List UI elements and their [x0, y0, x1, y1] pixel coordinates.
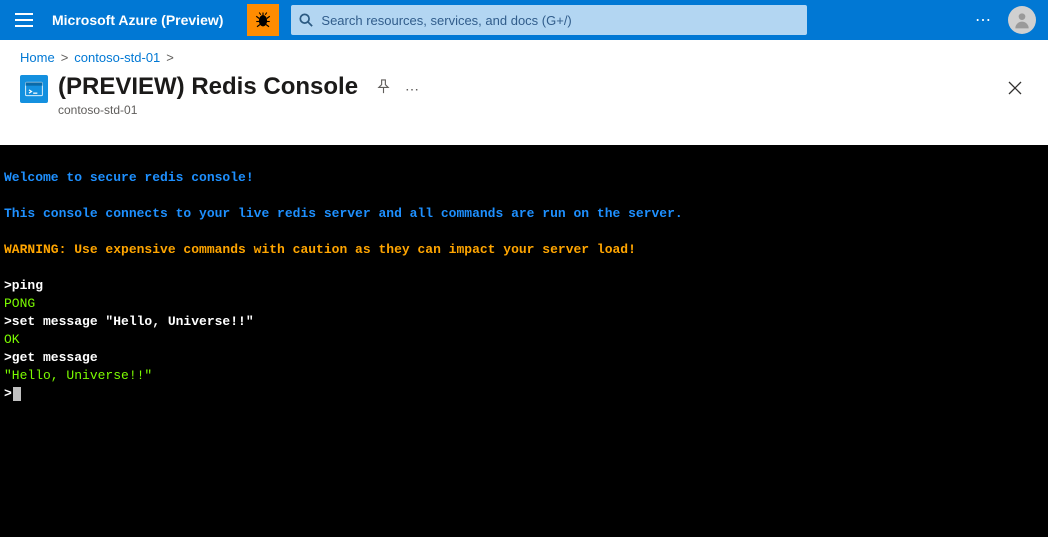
search-input[interactable] — [321, 13, 799, 28]
console-command: >get message — [4, 350, 98, 365]
console-output: OK — [4, 332, 20, 347]
console-welcome: Welcome to secure redis console! — [4, 170, 254, 185]
title-row: (PREVIEW) Redis Console contoso-std-01 ⋯ — [0, 69, 1048, 117]
page-title: (PREVIEW) Redis Console — [58, 73, 358, 101]
console-warning: WARNING: Use expensive commands with cau… — [4, 242, 636, 257]
console-command: >set message "Hello, Universe!!" — [4, 314, 254, 329]
search-container — [291, 5, 807, 35]
breadcrumb-resource[interactable]: contoso-std-01 — [74, 50, 160, 65]
chevron-right-icon: > — [166, 50, 174, 65]
breadcrumb-home[interactable]: Home — [20, 50, 55, 65]
header-more-icon[interactable]: ⋯ — [964, 10, 1004, 30]
product-name[interactable]: Microsoft Azure (Preview) — [48, 12, 239, 28]
top-bar: Microsoft Azure (Preview) ⋯ — [0, 0, 1048, 40]
console-command: >ping — [4, 278, 43, 293]
breadcrumb: Home > contoso-std-01 > — [0, 40, 1048, 69]
console-output: PONG — [4, 296, 35, 311]
console-output: "Hello, Universe!!" — [4, 368, 152, 383]
cursor-icon — [13, 387, 21, 401]
page-subtitle: contoso-std-01 — [58, 103, 358, 117]
console-icon — [20, 75, 48, 103]
search-box[interactable] — [291, 5, 807, 35]
pin-icon[interactable] — [376, 79, 391, 99]
redis-console[interactable]: Welcome to secure redis console! This co… — [0, 145, 1048, 537]
console-info: This console connects to your live redis… — [4, 206, 683, 221]
search-icon — [299, 13, 313, 27]
chevron-right-icon: > — [61, 50, 69, 65]
user-avatar[interactable] — [1008, 6, 1036, 34]
hamburger-menu-icon[interactable] — [0, 0, 48, 40]
close-button[interactable] — [1002, 75, 1028, 106]
title-more-icon[interactable]: ⋯ — [405, 81, 421, 98]
console-prompt[interactable]: > — [4, 386, 12, 401]
preview-bug-icon[interactable] — [247, 4, 279, 36]
